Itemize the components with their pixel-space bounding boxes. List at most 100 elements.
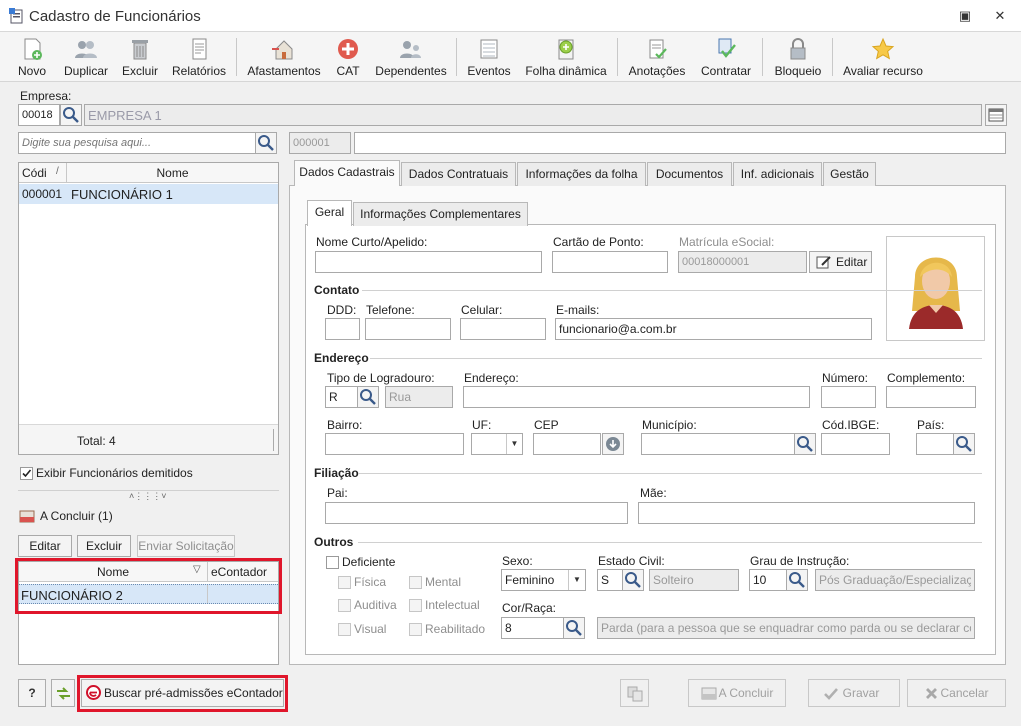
bloqueio-button[interactable]: Bloqueio <box>770 35 826 79</box>
tab-documentos[interactable]: Documentos <box>647 162 732 186</box>
endereco-input[interactable] <box>463 386 810 408</box>
inbox-icon <box>19 510 35 523</box>
show-dismissed-checkbox[interactable] <box>20 467 33 480</box>
municipio-input[interactable] <box>641 433 795 455</box>
intelectual-checkbox[interactable] <box>409 599 422 612</box>
tab-dados-contratuais[interactable]: Dados Contratuais <box>401 162 516 186</box>
folha-dinamica-button[interactable]: Folha dinâmica <box>522 35 610 79</box>
splitter-handle-icon[interactable]: ˄⋮⋮⋮˅ <box>129 491 167 502</box>
complemento-label: Complemento: <box>887 371 966 385</box>
tab-informacoes-folha[interactable]: Informações da folha <box>517 162 646 186</box>
cor-raca-code-input[interactable] <box>501 617 564 639</box>
novo-button[interactable]: Novo <box>12 35 52 79</box>
col-code-header[interactable]: Códi <box>22 166 47 180</box>
empresa-table-button[interactable] <box>985 104 1007 126</box>
employee-photo[interactable] <box>886 236 985 341</box>
afastamentos-button[interactable]: Afastamentos <box>244 35 324 79</box>
reabilitado-checkbox[interactable] <box>409 623 422 636</box>
cor-raca-search-button[interactable] <box>563 617 585 639</box>
close-icon[interactable]: ✕ <box>989 6 1011 26</box>
highlight-box <box>77 675 288 712</box>
star-icon <box>871 37 895 60</box>
tab-geral[interactable]: Geral <box>307 200 352 226</box>
table-row[interactable]: 000001 FUNCIONÁRIO 1 <box>19 184 278 204</box>
cod-ibge-input[interactable] <box>821 433 890 455</box>
matricula-editar-button[interactable]: Editar <box>809 251 872 273</box>
tab-gestao[interactable]: Gestão <box>823 162 876 186</box>
duplicar-label: Duplicar <box>63 64 108 78</box>
cartao-ponto-input[interactable] <box>552 251 668 273</box>
cep-input[interactable] <box>533 433 601 455</box>
mae-input[interactable] <box>638 502 975 524</box>
dependentes-button[interactable]: Dependentes <box>373 35 449 79</box>
nome-curto-input[interactable] <box>315 251 542 273</box>
empresa-code-input[interactable] <box>18 104 60 126</box>
list-icon <box>480 39 498 59</box>
duplicar-button[interactable]: Duplicar <box>58 35 114 79</box>
pais-input[interactable] <box>916 433 954 455</box>
tab-dados-cadastrais[interactable]: Dados Cadastrais <box>294 160 400 186</box>
telefone-input[interactable] <box>365 318 451 340</box>
fisica-checkbox[interactable] <box>338 576 351 589</box>
estado-civil-search-button[interactable] <box>622 569 644 591</box>
pais-search-button[interactable] <box>953 433 975 455</box>
estado-civil-code-input[interactable] <box>597 569 623 591</box>
section-line <box>370 358 982 359</box>
empresa-search-button[interactable] <box>60 104 82 126</box>
tipo-logradouro-search-button[interactable] <box>357 386 379 408</box>
cat-button[interactable]: CAT <box>333 35 363 79</box>
cancelar-button[interactable]: Cancelar <box>907 679 1006 707</box>
cep-lookup-button[interactable] <box>602 433 624 455</box>
relatorios-button[interactable]: Relatórios <box>168 35 230 79</box>
download-circle-icon <box>606 437 620 451</box>
celular-input[interactable] <box>460 318 546 340</box>
deficiente-checkbox[interactable] <box>326 556 339 569</box>
grau-instrucao-search-button[interactable] <box>786 569 808 591</box>
restore-icon[interactable]: ▣ <box>954 6 976 26</box>
help-button[interactable]: ? <box>18 679 46 707</box>
avaliar-recurso-button[interactable]: Avaliar recurso <box>840 35 926 79</box>
tab-informacoes-complementares[interactable]: Informações Complementares <box>353 202 528 226</box>
enviar-solicitacao-button[interactable]: Enviar Solicitação <box>137 535 235 557</box>
contratar-button[interactable]: Contratar <box>697 35 755 79</box>
gravar-button[interactable]: Gravar <box>808 679 900 707</box>
chevron-down-icon[interactable]: ▼ <box>506 434 522 454</box>
grau-instrucao-code-input[interactable] <box>749 569 787 591</box>
a-concluir-button[interactable]: A Concluir <box>688 679 786 707</box>
municipio-search-button[interactable] <box>794 433 816 455</box>
editar-label: Editar <box>836 255 868 269</box>
auditiva-checkbox[interactable] <box>338 599 351 612</box>
main-tabs: Dados Cadastrais Dados Contratuais Infor… <box>294 160 994 186</box>
search-icon <box>566 620 582 636</box>
email-input[interactable] <box>555 318 872 340</box>
sexo-label: Sexo: <box>502 554 533 568</box>
outros-section: Outros <box>314 535 354 549</box>
concluir-editar-button[interactable]: Editar <box>18 535 72 557</box>
numero-label: Número: <box>822 371 869 385</box>
search-button[interactable] <box>255 132 277 154</box>
eventos-button[interactable]: Eventos <box>464 35 514 79</box>
col-name-header[interactable]: Nome <box>67 166 278 180</box>
dependents-icon <box>400 41 421 58</box>
auditiva-label: Auditiva <box>354 598 397 612</box>
afastamentos-label: Afastamentos <box>247 64 321 78</box>
pai-input[interactable] <box>325 502 628 524</box>
numero-input[interactable] <box>821 386 876 408</box>
complemento-input[interactable] <box>886 386 976 408</box>
copy-button[interactable] <box>620 679 649 707</box>
anotacoes-button[interactable]: Anotações <box>626 35 688 79</box>
tipo-logradouro-code-input[interactable] <box>325 386 358 408</box>
transfer-button[interactable] <box>51 679 75 707</box>
employee-grid-header: Códi / Nome <box>19 163 278 183</box>
excluir-button[interactable]: Excluir <box>119 35 161 79</box>
bairro-input[interactable] <box>325 433 464 455</box>
ddd-input[interactable] <box>325 318 360 340</box>
tipo-logradouro-label: Tipo de Logradouro: <box>327 371 435 385</box>
mental-checkbox[interactable] <box>409 576 422 589</box>
tab-inf-adicionais[interactable]: Inf. adicionais <box>733 162 822 186</box>
visual-checkbox[interactable] <box>338 623 351 636</box>
chevron-down-icon[interactable]: ▼ <box>568 570 585 590</box>
search-input[interactable] <box>18 132 256 154</box>
a-concluir-label: A Concluir <box>718 686 774 700</box>
concluir-excluir-button[interactable]: Excluir <box>77 535 131 557</box>
